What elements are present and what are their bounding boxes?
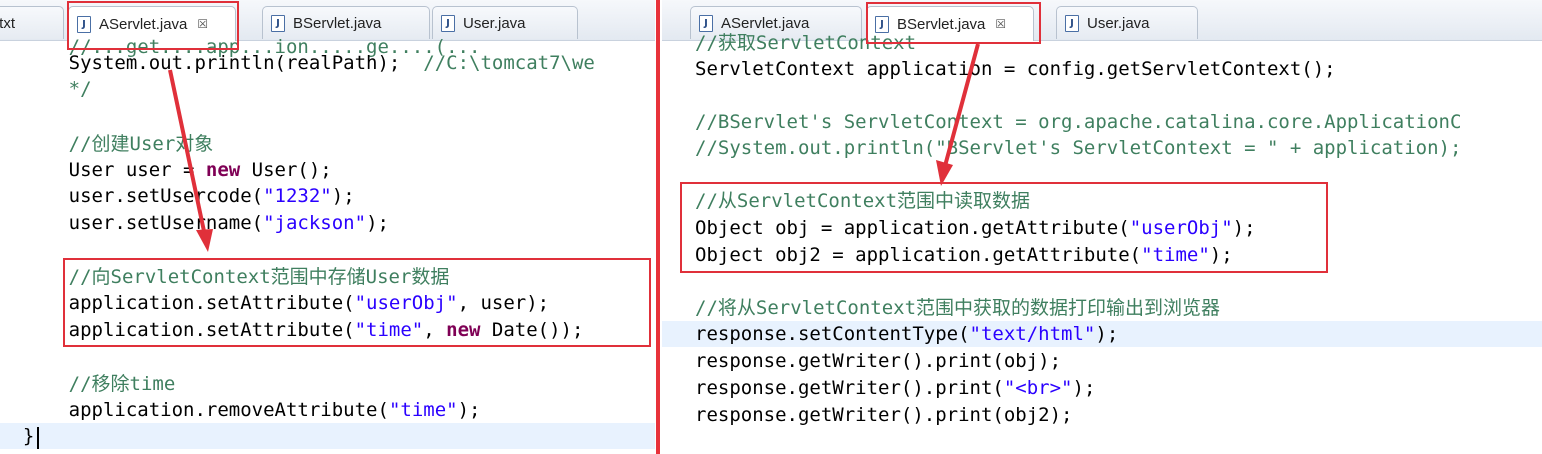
- java-file-icon: J: [441, 14, 455, 32]
- code-line: System.out.println(realPath); //C:\tomca…: [0, 52, 595, 74]
- text-cursor: [37, 427, 39, 449]
- code-comment: //C:\tomcat7\we: [423, 52, 595, 74]
- left-editor-pane[interactable]: .txt J AServlet.java ☒ J BServlet.java J…: [0, 0, 655, 454]
- code-line: response.getWriter().print("<br>");: [695, 377, 1096, 399]
- java-file-icon: J: [271, 14, 285, 32]
- tab-label: User.java: [463, 14, 526, 32]
- code-line: response.getWriter().print(obj2);: [695, 404, 1073, 426]
- code-line: //创建User对象: [0, 133, 214, 155]
- tab-label: User.java: [1087, 14, 1150, 32]
- tab-label: .txt: [0, 14, 16, 32]
- tab-highlight-box: [67, 1, 239, 50]
- code-line: */: [0, 78, 92, 100]
- tab-label: AServlet.java: [721, 14, 810, 32]
- code-highlight-box: [63, 258, 651, 347]
- java-file-icon: J: [1065, 14, 1079, 32]
- current-code-line: }: [0, 423, 655, 449]
- code-line: response.getWriter().print(obj);: [695, 350, 1062, 372]
- code-line: //移除time: [0, 373, 176, 395]
- tab-label: BServlet.java: [293, 14, 382, 32]
- code-line: //BServlet's ServletContext = org.apache…: [695, 111, 1462, 133]
- split-divider[interactable]: [655, 0, 662, 454]
- code-line: user.setUsername("jackson");: [0, 212, 389, 234]
- code-highlight-box: [680, 182, 1328, 273]
- right-editor-pane[interactable]: J AServlet.java J BServlet.java ☒ J User…: [662, 0, 1542, 454]
- tab-highlight-box: [866, 2, 1041, 44]
- code-line: user.setUsercode("1232");: [0, 185, 355, 207]
- java-file-icon: J: [699, 14, 713, 32]
- code-line: User user = new User();: [0, 159, 332, 181]
- code-line: //获取ServletContext: [695, 32, 917, 54]
- code-line: //将从ServletContext范围中获取的数据打印输出到浏览器: [695, 297, 1221, 319]
- code-line: application.removeAttribute("time");: [0, 399, 481, 421]
- current-code-line: response.setContentType("text/html");: [662, 321, 1542, 347]
- code-line: //System.out.println("BServlet's Servlet…: [695, 137, 1462, 159]
- code-line: ServletContext application = config.getS…: [695, 58, 1336, 80]
